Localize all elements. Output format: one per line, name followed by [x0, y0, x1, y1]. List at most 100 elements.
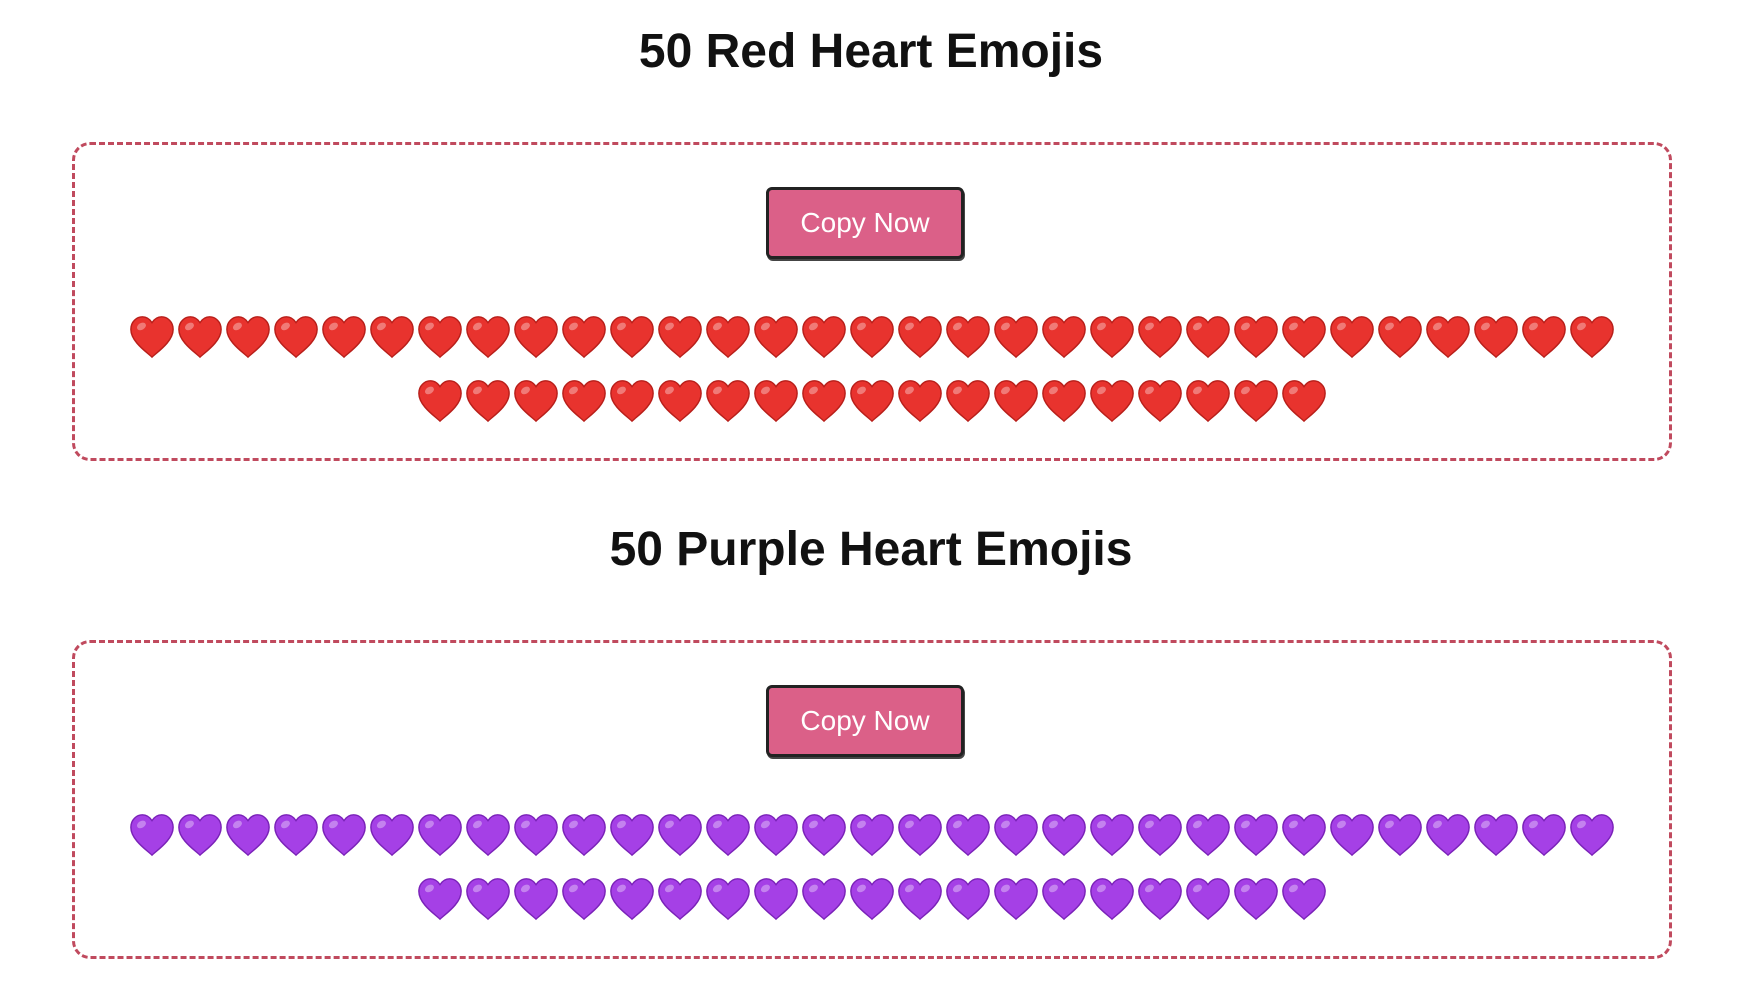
purple-heart-icon	[560, 867, 608, 931]
purple-heart-icon	[464, 867, 512, 931]
purple-heart-icon	[704, 867, 752, 931]
red-heart-icon	[944, 369, 992, 433]
red-heart-icon	[800, 369, 848, 433]
purple-heart-icon	[1280, 867, 1328, 931]
purple-heart-icon	[752, 803, 800, 867]
purple-heart-icon	[1184, 803, 1232, 867]
purple-heart-icon	[992, 803, 1040, 867]
red-heart-icon	[656, 369, 704, 433]
red-heart-icon	[992, 305, 1040, 369]
red-heart-icon	[1328, 305, 1376, 369]
purple-hearts-box: Copy Now	[72, 640, 1672, 959]
red-heart-icon	[368, 305, 416, 369]
heart-row	[75, 803, 1669, 867]
red-heart-icon	[1424, 305, 1472, 369]
purple-heart-icon	[1280, 803, 1328, 867]
purple-heart-icon	[752, 867, 800, 931]
red-heart-icon	[1184, 369, 1232, 433]
red-heart-icon	[608, 369, 656, 433]
heart-row	[75, 867, 1669, 931]
red-heart-icon	[464, 369, 512, 433]
copy-purple-hearts-button[interactable]: Copy Now	[766, 685, 964, 757]
red-heart-icon	[896, 305, 944, 369]
purple-heart-icon	[992, 867, 1040, 931]
heart-row	[75, 369, 1669, 433]
red-heart-icon	[512, 369, 560, 433]
red-heart-icon	[1136, 305, 1184, 369]
red-heart-icon	[224, 305, 272, 369]
purple-heart-icon	[704, 803, 752, 867]
purple-heart-icon	[1088, 867, 1136, 931]
purple-heart-icon	[1232, 803, 1280, 867]
heart-row	[75, 305, 1669, 369]
red-heart-icon	[320, 305, 368, 369]
red-heart-icon	[992, 369, 1040, 433]
purple-heart-icon	[224, 803, 272, 867]
red-heart-icon	[1184, 305, 1232, 369]
red-heart-icon	[1088, 369, 1136, 433]
purple-heart-icon	[512, 867, 560, 931]
purple-heart-icon	[1520, 803, 1568, 867]
purple-heart-icon	[464, 803, 512, 867]
purple-heart-icon	[1088, 803, 1136, 867]
purple-heart-icon	[272, 803, 320, 867]
red-heart-icon	[608, 305, 656, 369]
purple-hearts-list	[75, 803, 1669, 931]
purple-heart-icon	[1472, 803, 1520, 867]
purple-hearts-title: 50 Purple Heart Emojis	[609, 523, 1133, 576]
purple-heart-icon	[1568, 803, 1616, 867]
red-heart-icon	[1280, 369, 1328, 433]
purple-heart-icon	[1232, 867, 1280, 931]
red-hearts-box: Copy Now	[72, 142, 1672, 461]
red-heart-icon	[176, 305, 224, 369]
purple-heart-icon	[656, 867, 704, 931]
purple-heart-icon	[656, 803, 704, 867]
red-heart-icon	[848, 305, 896, 369]
purple-heart-icon	[1136, 867, 1184, 931]
red-heart-icon	[1472, 305, 1520, 369]
red-hearts-title: 50 Red Heart Emojis	[638, 25, 1104, 78]
purple-heart-icon	[848, 867, 896, 931]
red-heart-icon	[1136, 369, 1184, 433]
red-heart-icon	[1232, 305, 1280, 369]
red-heart-icon	[560, 305, 608, 369]
purple-heart-icon	[1328, 803, 1376, 867]
purple-heart-icon	[800, 803, 848, 867]
red-heart-icon	[416, 305, 464, 369]
red-hearts-list	[75, 305, 1669, 433]
purple-heart-icon	[944, 803, 992, 867]
purple-heart-icon	[368, 803, 416, 867]
purple-heart-icon	[560, 803, 608, 867]
red-heart-icon	[416, 369, 464, 433]
purple-heart-icon	[176, 803, 224, 867]
red-heart-icon	[464, 305, 512, 369]
purple-heart-icon	[1424, 803, 1472, 867]
purple-heart-icon	[416, 803, 464, 867]
red-heart-icon	[272, 305, 320, 369]
purple-heart-icon	[1376, 803, 1424, 867]
red-heart-icon	[1088, 305, 1136, 369]
red-heart-icon	[848, 369, 896, 433]
purple-heart-icon	[896, 867, 944, 931]
purple-heart-icon	[1040, 803, 1088, 867]
red-heart-icon	[1232, 369, 1280, 433]
red-heart-icon	[1040, 369, 1088, 433]
red-heart-icon	[512, 305, 560, 369]
purple-heart-icon	[848, 803, 896, 867]
purple-heart-icon	[512, 803, 560, 867]
purple-heart-icon	[944, 867, 992, 931]
red-heart-icon	[1520, 305, 1568, 369]
purple-heart-icon	[608, 803, 656, 867]
purple-heart-icon	[1184, 867, 1232, 931]
purple-heart-icon	[896, 803, 944, 867]
purple-heart-icon	[608, 867, 656, 931]
red-heart-icon	[752, 369, 800, 433]
red-heart-icon	[1568, 305, 1616, 369]
red-heart-icon	[704, 369, 752, 433]
red-heart-icon	[560, 369, 608, 433]
purple-heart-icon	[800, 867, 848, 931]
red-heart-icon	[1280, 305, 1328, 369]
red-heart-icon	[656, 305, 704, 369]
red-heart-icon	[896, 369, 944, 433]
copy-red-hearts-button[interactable]: Copy Now	[766, 187, 964, 259]
